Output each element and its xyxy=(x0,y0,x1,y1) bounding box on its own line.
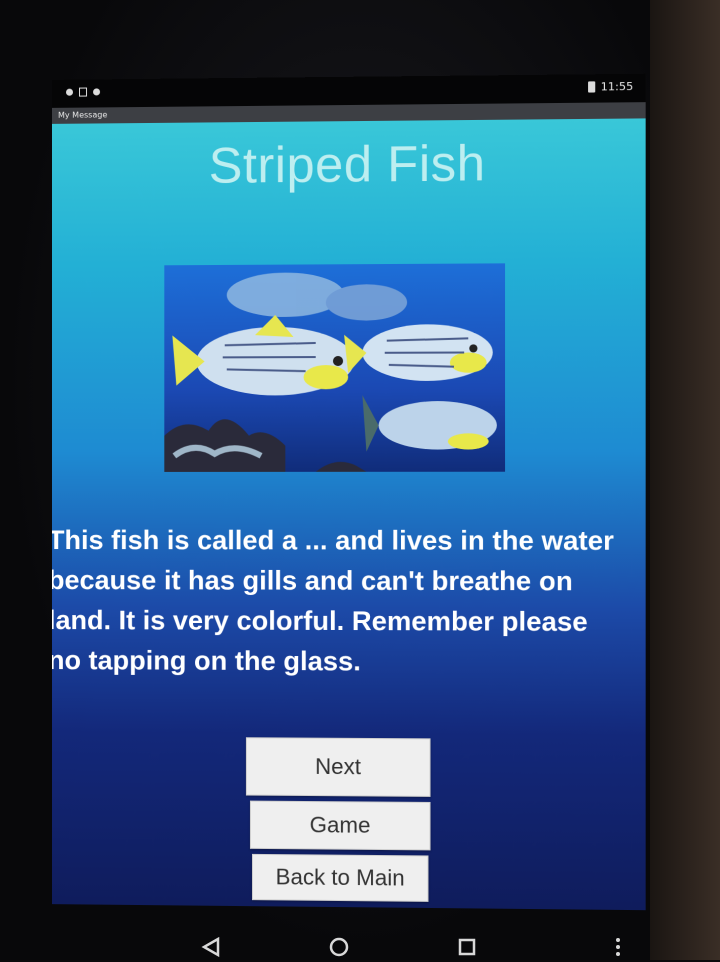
next-button[interactable]: Next xyxy=(246,737,431,797)
screenshot-icon xyxy=(79,88,87,97)
notification-dot-icon xyxy=(66,89,73,96)
background-wall xyxy=(650,0,720,960)
status-time: 11:55 xyxy=(601,80,634,94)
back-to-main-button[interactable]: Back to Main xyxy=(252,854,429,902)
description-text: This fish is called a ... and lives in t… xyxy=(52,520,616,683)
page-title: Striped Fish xyxy=(52,133,646,196)
back-icon[interactable] xyxy=(200,936,222,962)
status-icons-left xyxy=(66,87,100,96)
fish-photo xyxy=(164,263,505,472)
menu-icon[interactable] xyxy=(614,936,622,962)
app-title: My Message xyxy=(58,110,107,119)
recents-icon[interactable] xyxy=(456,936,478,962)
notification-dot-icon xyxy=(93,88,100,95)
home-icon[interactable] xyxy=(328,936,350,962)
battery-icon xyxy=(588,81,595,92)
navigation-bar xyxy=(0,930,720,960)
status-icons-right: 11:55 xyxy=(588,80,633,94)
device-screen: 11:55 My Message Striped Fish xyxy=(40,74,649,917)
game-button[interactable]: Game xyxy=(250,801,431,851)
fish-photo-icon xyxy=(164,263,505,472)
main-content: Striped Fish xyxy=(52,118,646,910)
